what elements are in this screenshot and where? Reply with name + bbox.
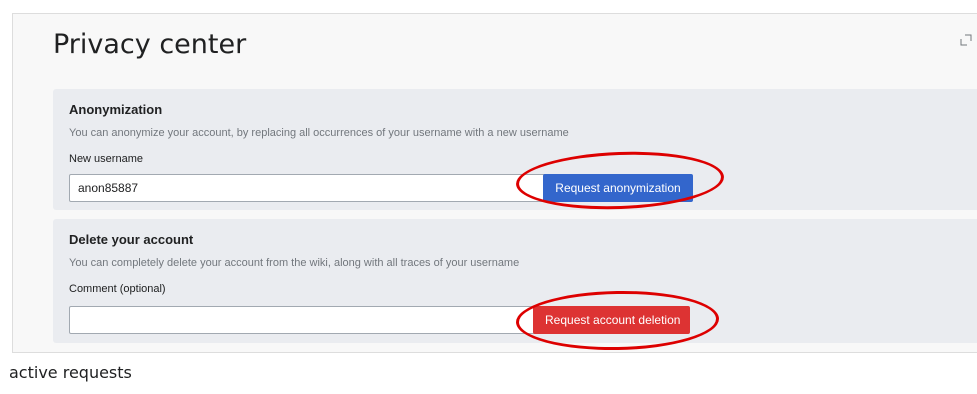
anonymization-panel: Anonymization You can anonymize your acc… — [53, 89, 977, 210]
delete-account-description: You can completely delete your account f… — [69, 257, 520, 269]
anonymization-description: You can anonymize your account, by repla… — [69, 127, 569, 139]
request-anonymization-button[interactable]: Request anonymization — [543, 174, 693, 202]
page-title: Privacy center — [53, 29, 247, 60]
comment-label: Comment (optional) — [69, 283, 166, 295]
delete-account-panel: Delete your account You can completely d… — [53, 219, 977, 343]
privacy-center-frame: Privacy center Anonymization You can ano… — [12, 13, 977, 353]
new-username-label: New username — [69, 153, 143, 165]
new-username-input[interactable] — [69, 174, 549, 202]
anonymization-heading: Anonymization — [69, 102, 163, 117]
delete-account-heading: Delete your account — [69, 232, 194, 247]
expand-icon[interactable] — [960, 34, 972, 46]
comment-input[interactable] — [69, 306, 549, 334]
active-requests-label: active requests — [9, 363, 132, 382]
request-account-deletion-button[interactable]: Request account deletion — [533, 306, 690, 334]
